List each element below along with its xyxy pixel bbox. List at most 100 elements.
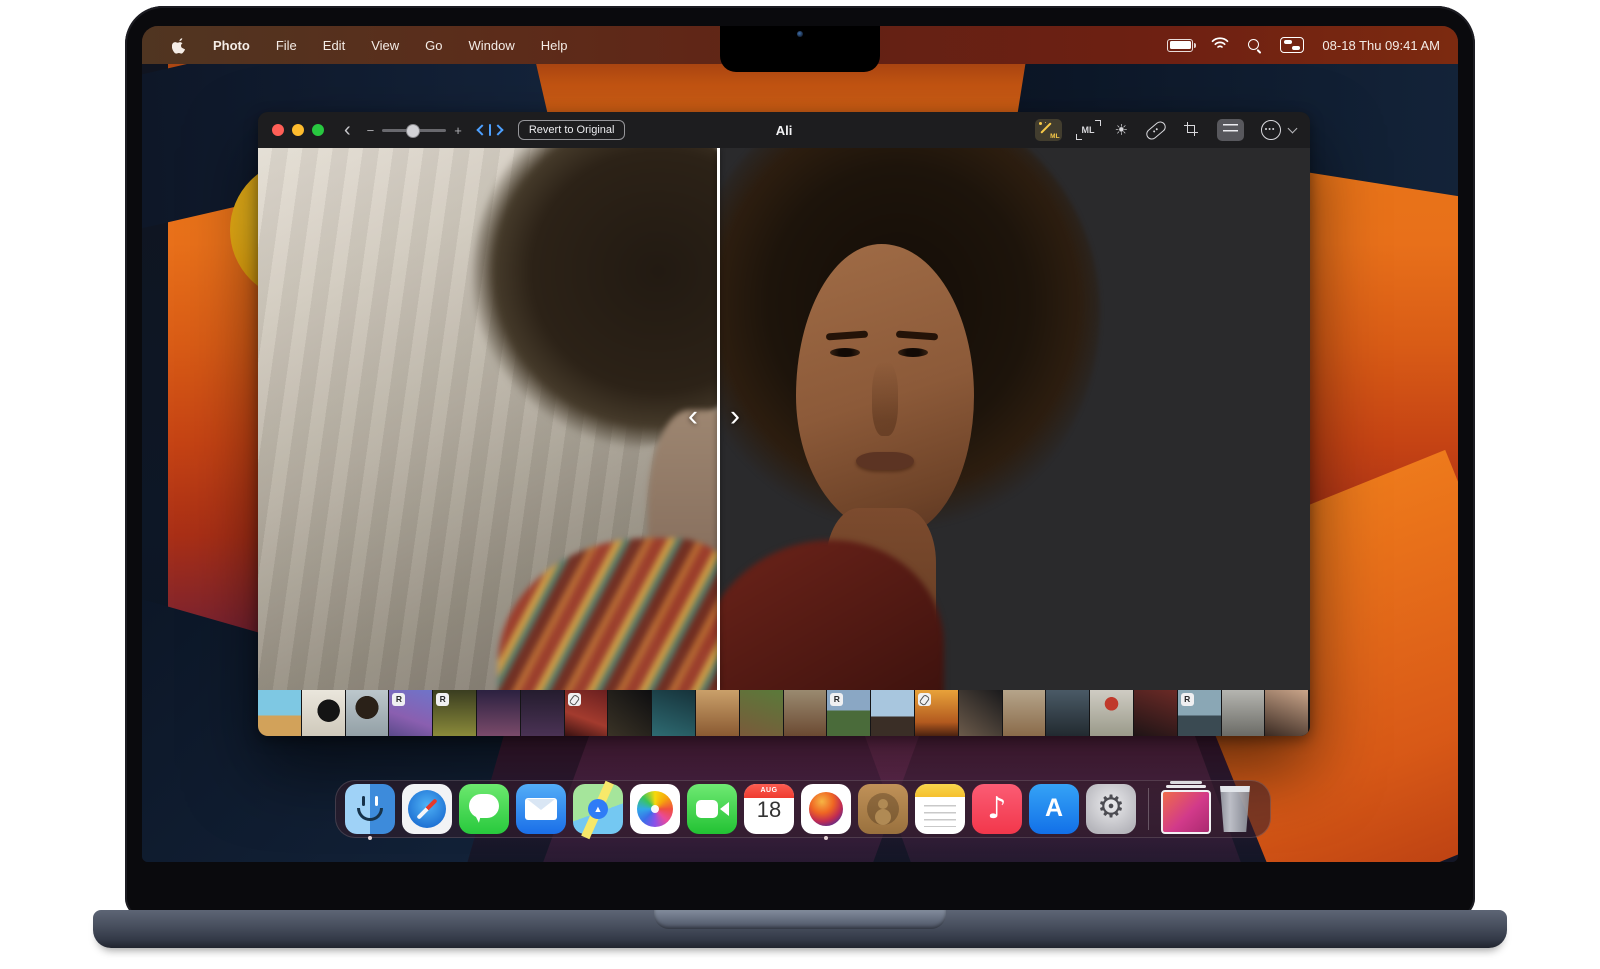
thumbnail-image xyxy=(1046,690,1089,736)
zoom-in-button[interactable]: + xyxy=(454,123,462,138)
dock-finder[interactable] xyxy=(345,784,395,834)
filmstrip-thumbnail[interactable] xyxy=(1046,690,1089,736)
thumbnail-image xyxy=(959,690,1002,736)
filmstrip-thumbnail[interactable] xyxy=(477,690,520,736)
thumbnail-badge: R xyxy=(436,693,449,706)
laptop-lid-notch xyxy=(654,910,946,929)
back-button[interactable]: ‹ xyxy=(344,123,351,137)
close-button[interactable] xyxy=(272,124,284,136)
filmstrip-thumbnail[interactable] xyxy=(258,690,301,736)
thumbnail-image xyxy=(652,690,695,736)
laptop-base xyxy=(93,910,1507,948)
filmstrip-thumbnail[interactable] xyxy=(652,690,695,736)
filmstrip-thumbnail[interactable] xyxy=(696,690,739,736)
wifi-icon[interactable] xyxy=(1211,37,1229,53)
ml-enhance-button[interactable]: ML xyxy=(1079,123,1098,137)
menu-item[interactable]: File xyxy=(276,38,297,53)
screen: Photo File Edit View Go Window Help 08-18 Thu … xyxy=(142,26,1458,862)
dock-contacts[interactable] xyxy=(858,784,908,834)
filmstrip-thumbnail[interactable] xyxy=(346,690,389,736)
filmstrip-thumbnail[interactable] xyxy=(740,690,783,736)
filmstrip-thumbnail[interactable]: R xyxy=(389,690,432,736)
menu-item[interactable]: View xyxy=(371,38,399,53)
zoom-slider-knob[interactable] xyxy=(406,124,420,138)
menu-item[interactable]: Go xyxy=(425,38,442,53)
dock-system-settings[interactable] xyxy=(1086,784,1136,834)
filmstrip-thumbnail[interactable] xyxy=(302,690,345,736)
dock-mail[interactable] xyxy=(516,784,566,834)
dock-photo-app[interactable] xyxy=(801,784,851,834)
filmstrip-thumbnail[interactable] xyxy=(565,690,608,736)
window-titlebar: ‹ − + Revert to Original Ali xyxy=(258,112,1310,149)
thumbnail-image xyxy=(1003,690,1046,736)
thumbnail-image xyxy=(696,690,739,736)
more-options-button[interactable] xyxy=(1261,120,1281,140)
crop-button[interactable] xyxy=(1184,122,1200,138)
adjustments-panel-button[interactable] xyxy=(1217,119,1244,141)
running-indicator xyxy=(368,836,372,840)
filmstrip-thumbnail[interactable] xyxy=(915,690,958,736)
battery-icon[interactable] xyxy=(1167,39,1193,52)
menu-item[interactable]: Help xyxy=(541,38,568,53)
dock-messages[interactable] xyxy=(459,784,509,834)
wallpaper-shape xyxy=(142,26,168,862)
menu-item[interactable]: Edit xyxy=(323,38,345,53)
dock: AUG 18 xyxy=(335,780,1271,838)
dock-app-store[interactable] xyxy=(1029,784,1079,834)
revert-to-original-button[interactable]: Revert to Original xyxy=(518,120,626,140)
thumbnail-image xyxy=(477,690,520,736)
compare-split-handle[interactable] xyxy=(717,148,720,690)
thumbnail-badge xyxy=(568,693,581,706)
fullscreen-button[interactable] xyxy=(312,124,324,136)
minimize-button[interactable] xyxy=(292,124,304,136)
dock-calendar[interactable]: AUG 18 xyxy=(744,784,794,834)
control-center-icon[interactable] xyxy=(1280,37,1304,53)
compare-arrow-left[interactable]: ‹ xyxy=(688,402,698,432)
chevron-down-icon[interactable] xyxy=(1288,124,1298,134)
dock-trash[interactable] xyxy=(1218,786,1252,832)
filmstrip-thumbnail[interactable] xyxy=(871,690,914,736)
dock-photos[interactable] xyxy=(630,784,680,834)
menu-item[interactable]: Window xyxy=(468,38,514,53)
dock-facetime[interactable] xyxy=(687,784,737,834)
thumbnail-badge: R xyxy=(830,693,843,706)
compare-right-chevron xyxy=(492,124,503,135)
filmstrip-thumbnail[interactable] xyxy=(1090,690,1133,736)
camera-notch xyxy=(720,26,880,72)
filmstrip-thumbnail[interactable] xyxy=(784,690,827,736)
filmstrip-thumbnail[interactable] xyxy=(1222,690,1265,736)
auto-enhance-ml-button[interactable]: ML xyxy=(1035,119,1062,141)
retouch-button[interactable] xyxy=(1145,125,1167,136)
dock-safari[interactable] xyxy=(402,784,452,834)
search-icon[interactable] xyxy=(1247,38,1262,53)
filmstrip-thumbnail[interactable] xyxy=(1265,690,1308,736)
compare-arrow-right[interactable]: › xyxy=(730,402,740,432)
calendar-day: 18 xyxy=(744,797,794,823)
dock-notes[interactable] xyxy=(915,784,965,834)
apple-menu-icon[interactable] xyxy=(172,37,187,54)
filmstrip-thumbnail[interactable]: R xyxy=(827,690,870,736)
filmstrip-thumbnail[interactable] xyxy=(608,690,651,736)
filmstrip-thumbnail[interactable] xyxy=(1003,690,1046,736)
thumbnail-image xyxy=(740,690,783,736)
eyebrow xyxy=(826,331,868,341)
bandaid-icon xyxy=(1144,119,1168,142)
photo-editor-canvas[interactable]: ‹ › xyxy=(258,148,1310,690)
zoom-slider[interactable] xyxy=(382,129,446,132)
dock-maps[interactable] xyxy=(573,784,623,834)
menu-item[interactable]: Photo xyxy=(213,38,250,53)
dock-stack[interactable] xyxy=(1161,790,1211,834)
thumbnail-badge: R xyxy=(392,693,405,706)
adjust-light-button[interactable]: ☀ xyxy=(1115,123,1128,138)
filmstrip-thumbnail[interactable] xyxy=(521,690,564,736)
laptop-lid: Photo File Edit View Go Window Help 08-18 Thu … xyxy=(125,6,1475,918)
filmstrip-thumbnail[interactable] xyxy=(1134,690,1177,736)
subject-scarf-original xyxy=(498,538,718,690)
filmstrip-thumbnail[interactable]: R xyxy=(433,690,476,736)
compare-split-icon[interactable] xyxy=(478,124,502,136)
dock-music[interactable] xyxy=(972,784,1022,834)
filmstrip-thumbnail[interactable]: R xyxy=(1178,690,1221,736)
zoom-out-button[interactable]: − xyxy=(367,123,375,138)
filmstrip-thumbnail[interactable] xyxy=(959,690,1002,736)
menu-bar-clock[interactable]: 08-18 Thu 09:41 AM xyxy=(1322,38,1440,53)
